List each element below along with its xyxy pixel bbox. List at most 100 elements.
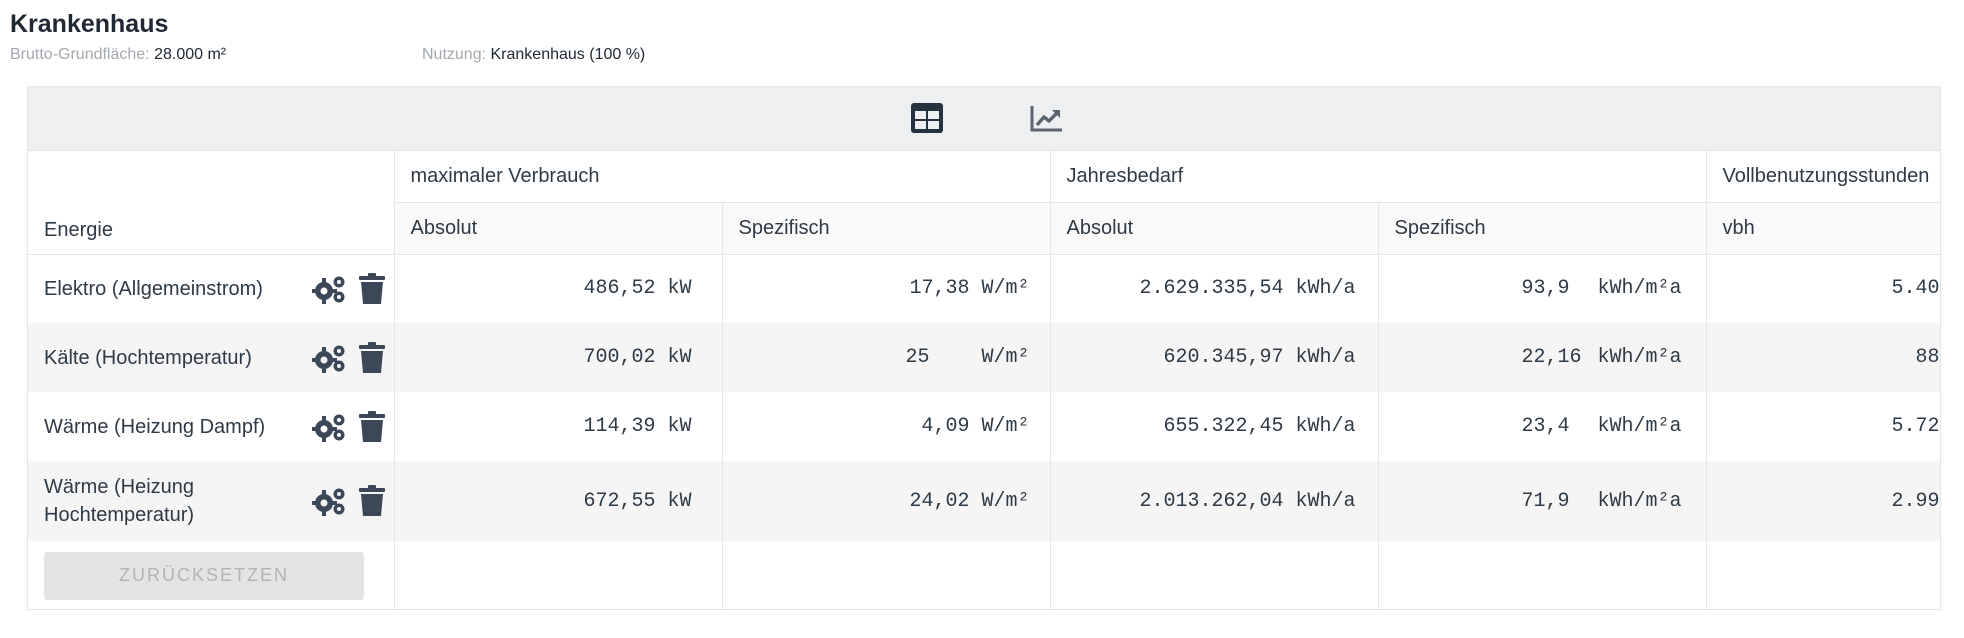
energy-name: Wärme (Heizung Dampf) [44,415,266,438]
col-header-annual-absolute: Absolut [1050,202,1379,255]
gears-icon[interactable] [311,342,348,374]
max-absolute-value: 700,02 [583,346,656,369]
max-specific-cell: 4,09 W/m² [722,392,1051,461]
max-absolute-unit: kW [667,415,692,438]
footer-empty-cell [394,541,723,609]
usage-value: Krankenhaus (100 %) [490,46,646,63]
energy-cell: Kälte (Hochtemperatur) [28,323,395,392]
energy-table: Energie maximaler Verbrauch Jahresbedarf… [28,151,1940,609]
vbh-cell: 5.404 [1706,254,1940,323]
table-row: Elektro (Allgemeinstrom) 486,52 kW 17,38 W… [28,254,1940,323]
annual-specific-value: 23,4 [1521,415,1570,438]
max-absolute-cell: 486,52 kW [394,254,723,323]
table-row: Kälte (Hochtemperatur) 700,02 kW 25 W/m² [28,323,1940,392]
gears-icon[interactable] [311,411,348,443]
footer-empty-cell [722,541,1051,609]
max-specific-cell: 25 W/m² [722,323,1051,392]
max-specific-value: 25 [905,346,930,369]
energy-name: Elektro (Allgemeinstrom) [44,277,263,300]
annual-specific-unit: kWh/m²a [1597,277,1682,301]
footer-empty-cell [1050,541,1379,609]
col-header-max-specific: Spezifisch [722,202,1051,255]
col-header-max-absolute: Absolut [394,202,723,255]
annual-absolute-unit: kWh/a [1295,346,1356,369]
area-label: Brutto-Grundfläche: [10,46,150,63]
annual-absolute-cell: 655.322,45 kWh/a [1050,392,1379,461]
table-icon [911,103,943,133]
header-row-groups: Energie maximaler Verbrauch Jahresbedarf… [28,151,1940,255]
max-specific-unit: W/m² [981,346,1030,369]
vbh-value: 886 [1915,346,1940,369]
chart-line-icon [1030,106,1062,132]
vbh-cell: 5.729 [1706,392,1940,461]
gross-floor-area: Brutto-Grundfläche: 28.000 m² [10,46,226,64]
energy-name: Kälte (Hochtemperatur) [44,346,252,369]
reset-button[interactable]: ZURÜCKSETZEN [44,551,364,600]
max-absolute-cell: 114,39 kW [394,392,723,461]
max-absolute-unit: kW [667,346,692,369]
max-specific-unit: W/m² [981,415,1030,438]
page-title: Krankenhaus [10,10,169,38]
annual-specific-value: 22,16 [1521,346,1582,369]
energy-panel: Energie maximaler Verbrauch Jahresbedarf… [27,86,1941,610]
col-header-energy: Energie [28,151,395,255]
annual-absolute-unit: kWh/a [1295,277,1356,301]
annual-absolute-value: 2.629.335,54 [1139,277,1284,301]
energy-table-wrapper: Energie maximaler Verbrauch Jahresbedarf… [28,151,1940,609]
trash-icon[interactable] [358,485,386,517]
annual-specific-unit: kWh/m²a [1597,346,1682,369]
max-specific-cell: 17,38 W/m² [722,254,1051,323]
max-absolute-cell: 700,02 kW [394,323,723,392]
max-absolute-value: 672,55 [583,489,656,513]
chart-view-button[interactable] [1026,98,1068,138]
max-specific-value: 17,38 [909,277,970,301]
col-header-max-consumption: maximaler Verbrauch [394,151,1051,203]
annual-absolute-cell: 620.345,97 kWh/a [1050,323,1379,392]
usage-label: Nutzung: [422,46,487,63]
col-header-vbh: vbh [1706,202,1940,255]
trash-icon[interactable] [358,272,386,305]
energy-cell: Wärme (Heizung Dampf) [28,392,395,461]
annual-absolute-unit: kWh/a [1295,415,1356,438]
annual-specific-cell: 93,9 kWh/m²a [1378,254,1707,323]
max-absolute-cell: 672,55 kW [394,461,723,541]
annual-specific-unit: kWh/m²a [1597,489,1682,513]
max-absolute-unit: kW [667,489,692,513]
annual-specific-value: 71,9 [1521,489,1570,513]
annual-absolute-unit: kWh/a [1295,489,1356,513]
view-toolbar [28,87,1940,151]
table-view-button[interactable] [906,98,948,138]
annual-specific-value: 93,9 [1521,277,1570,301]
vbh-value: 5.729 [1891,415,1940,438]
col-header-annual-specific: Spezifisch [1378,202,1707,255]
gears-icon[interactable] [311,273,348,305]
max-specific-value: 24,02 [909,489,970,513]
max-absolute-value: 114,39 [583,415,656,438]
table-row: Wärme (Heizung Hochtemperatur) 672,55 kW … [28,461,1940,541]
col-header-annual-demand: Jahresbedarf [1050,151,1707,203]
table-row: Wärme (Heizung Dampf) 114,39 kW 4,09 W/m² [28,392,1940,461]
annual-absolute-cell: 2.629.335,54 kWh/a [1050,254,1379,323]
table-footer-row: ZURÜCKSETZEN [28,541,1940,609]
annual-absolute-value: 2.013.262,04 [1139,489,1284,513]
annual-absolute-value: 620.345,97 [1163,346,1284,369]
reset-cell: ZURÜCKSETZEN [28,541,395,609]
trash-icon[interactable] [358,410,386,443]
annual-specific-cell: 22,16 kWh/m²a [1378,323,1707,392]
usage-info: Nutzung: Krankenhaus (100 %) [422,46,645,64]
gears-icon[interactable] [311,485,348,517]
col-header-full-load-hours: Vollbenutzungsstunden [1706,151,1940,203]
vbh-cell: 2.993 [1706,461,1940,541]
vbh-value: 2.993 [1891,489,1940,513]
vbh-cell: 886 [1706,323,1940,392]
footer-empty-cell [1706,541,1940,609]
footer-empty-cell [1378,541,1707,609]
max-absolute-unit: kW [667,277,692,301]
max-specific-cell: 24,02 W/m² [722,461,1051,541]
max-specific-unit: W/m² [981,489,1030,513]
trash-icon[interactable] [358,341,386,374]
annual-absolute-value: 655.322,45 [1163,415,1284,438]
vbh-value: 5.404 [1891,277,1940,301]
energy-cell: Elektro (Allgemeinstrom) [28,254,395,323]
energy-cell: Wärme (Heizung Hochtemperatur) [28,461,395,541]
